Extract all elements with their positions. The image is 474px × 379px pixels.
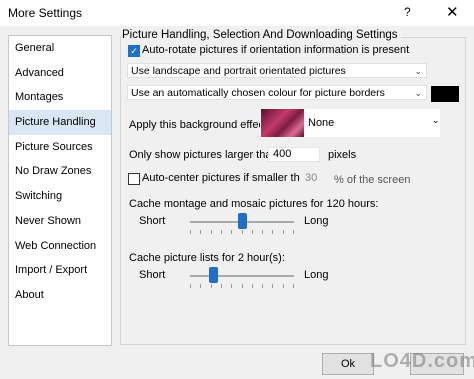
slider-tick [272, 284, 273, 288]
chevron-down-icon: ⌄ [414, 66, 422, 76]
group-title: Picture Handling, Selection And Download… [122, 29, 401, 41]
sidebar-item-picture-sources[interactable]: Picture Sources [9, 135, 111, 160]
cache-montage-min-label: Short [139, 215, 166, 227]
slider-tick [242, 284, 243, 288]
cache-montage-max-label: Long [304, 215, 329, 227]
ok-button[interactable]: Ok [322, 353, 374, 375]
auto-rotate-label: Auto-rotate pictures if orientation info… [142, 44, 410, 56]
slider-tick [231, 230, 232, 234]
slider-tick [211, 284, 212, 288]
sidebar-item-web-connection[interactable]: Web Connection [9, 234, 111, 259]
slider-tick [283, 284, 284, 288]
auto-center-label: Auto-center pictures if smaller than: [142, 172, 316, 184]
cache-lists-slider[interactable] [190, 264, 294, 288]
slider-tick [190, 230, 191, 234]
title-bar: More Settings ? ✕ [0, 0, 474, 26]
slider-thumb[interactable] [238, 213, 247, 229]
chevron-down-icon: ⌄ [432, 115, 440, 125]
chevron-down-icon: ⌄ [414, 88, 422, 98]
auto-center-input[interactable]: 30 [300, 170, 328, 185]
slider-tick [262, 230, 263, 234]
sidebar-item-import-export[interactable]: Import / Export [9, 258, 111, 283]
watermark-logo: LO4D.com [370, 350, 474, 372]
sidebar-item-general[interactable]: General [9, 36, 111, 61]
window-title: More Settings [8, 6, 83, 20]
border-colour-select[interactable]: Use an automatically chosen colour for p… [127, 85, 427, 100]
slider-tick [272, 230, 273, 234]
slider-tick [293, 230, 294, 234]
min-size-unit: pixels [328, 149, 357, 161]
slider-track [190, 275, 294, 277]
slider-tick [200, 230, 201, 234]
close-icon[interactable]: ✕ [446, 3, 459, 21]
slider-tick [211, 230, 212, 234]
sidebar-item-picture-handling[interactable]: Picture Handling [9, 110, 111, 135]
settings-group-box [120, 37, 466, 345]
sidebar-item-montages[interactable]: Montages [9, 85, 111, 110]
slider-tick [293, 284, 294, 288]
orientation-select-value: Use landscape and portrait orientated pi… [131, 65, 346, 77]
sidebar-item-switching[interactable]: Switching [9, 184, 111, 209]
slider-ticks [190, 230, 294, 234]
cache-lists-max-label: Long [304, 269, 329, 281]
slider-tick [200, 284, 201, 288]
settings-sidebar: General Advanced Montages Picture Handli… [8, 35, 112, 346]
slider-ticks [190, 284, 294, 288]
background-effect-select[interactable]: None ⌄ [260, 109, 440, 137]
slider-tick [283, 230, 284, 234]
slider-tick [231, 284, 232, 288]
auto-rotate-checkbox[interactable]: ✓ [128, 45, 140, 57]
slider-tick [221, 284, 222, 288]
min-size-label: Only show pictures larger than: [129, 149, 281, 161]
help-icon[interactable]: ? [404, 5, 411, 19]
ok-button-label: Ok [340, 358, 356, 370]
sidebar-item-no-draw-zones[interactable]: No Draw Zones [9, 159, 111, 184]
slider-thumb[interactable] [209, 267, 218, 283]
cache-lists-min-label: Short [139, 269, 166, 281]
background-effect-thumbnail [261, 109, 304, 137]
slider-tick [190, 284, 191, 288]
slider-tick [221, 230, 222, 234]
slider-tick [252, 230, 253, 234]
auto-center-checkbox[interactable] [128, 173, 140, 185]
sidebar-item-about[interactable]: About [9, 283, 111, 308]
auto-center-value: 30 [305, 172, 318, 184]
slider-tick [262, 284, 263, 288]
cache-lists-label: Cache picture lists for 2 hour(s): [129, 252, 285, 264]
slider-tick [252, 284, 253, 288]
checkmark-icon: ✓ [130, 46, 138, 56]
cache-montage-label: Cache montage and mosaic pictures for 12… [129, 198, 379, 210]
border-colour-swatch[interactable] [431, 86, 459, 102]
sidebar-item-advanced[interactable]: Advanced [9, 61, 111, 86]
background-effect-label: Apply this background effect: [129, 119, 271, 131]
auto-center-unit: % of the screen [334, 174, 411, 186]
sidebar-item-never-shown[interactable]: Never Shown [9, 209, 111, 234]
orientation-select[interactable]: Use landscape and portrait orientated pi… [127, 63, 427, 78]
border-colour-select-value: Use an automatically chosen colour for p… [131, 87, 385, 99]
cache-montage-slider[interactable] [190, 210, 294, 234]
min-size-input[interactable] [268, 147, 320, 162]
background-effect-value: None [308, 117, 335, 129]
slider-tick [242, 230, 243, 234]
